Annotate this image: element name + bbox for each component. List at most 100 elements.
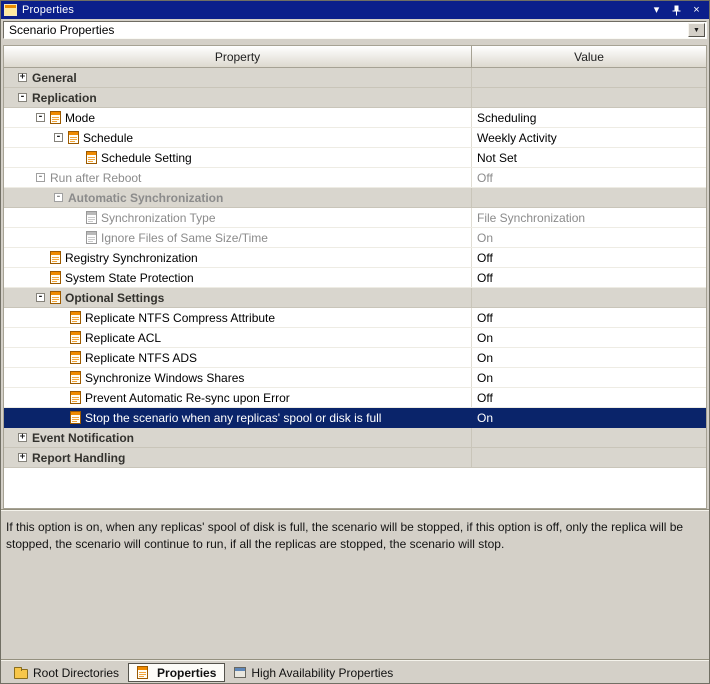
scenario-properties-dropdown[interactable]: Scenario Properties ▼ <box>3 21 707 39</box>
grid-empty-area <box>4 468 706 508</box>
property-label: Synchronization Type <box>101 211 216 225</box>
collapse-toggle-icon[interactable]: - <box>54 133 63 142</box>
grid-row[interactable]: Replicate NTFS ADS On <box>4 348 706 368</box>
property-cell: Synchronization Type <box>4 208 472 227</box>
dropdown-arrow-button[interactable]: ▼ <box>688 23 705 37</box>
property-label: Event Notification <box>32 431 134 445</box>
property-grid: Property Value + General - Replication - <box>3 45 707 509</box>
grid-row[interactable]: Ignore Files of Same Size/Time On <box>4 228 706 248</box>
property-page-icon <box>86 151 97 164</box>
property-page-icon <box>68 131 79 144</box>
property-page-icon <box>86 211 97 224</box>
collapse-toggle-icon[interactable]: - <box>36 173 45 182</box>
value-cell: On <box>472 408 706 427</box>
property-label: Schedule Setting <box>101 151 192 165</box>
tab-label: High Availability Properties <box>251 666 393 680</box>
value-cell: On <box>472 368 706 387</box>
value-cell <box>472 188 706 207</box>
value-cell <box>472 448 706 467</box>
grid-row[interactable]: Synchronize Windows Shares On <box>4 368 706 388</box>
grid-row-category[interactable]: + Report Handling <box>4 448 706 468</box>
property-cell: Replicate NTFS Compress Attribute <box>4 308 472 327</box>
property-label: Replicate NTFS ADS <box>85 351 197 365</box>
property-label: Optional Settings <box>65 291 164 305</box>
property-page-icon <box>70 411 81 424</box>
close-button[interactable]: × <box>689 4 704 17</box>
property-cell: + Event Notification <box>4 428 472 447</box>
grid-row-subcategory[interactable]: - Automatic Synchronization <box>4 188 706 208</box>
dropdown-selected-value: Scenario Properties <box>4 23 688 37</box>
properties-panel: Properties ▾ × Scenario Properties ▼ Pro… <box>0 0 710 684</box>
property-label: Run after Reboot <box>50 171 141 185</box>
value-cell <box>472 88 706 107</box>
property-label: Synchronize Windows Shares <box>85 371 244 385</box>
value-cell: File Synchronization <box>472 208 706 227</box>
property-label: Stop the scenario when any replicas' spo… <box>85 411 381 425</box>
tab-high-availability-properties[interactable]: High Availability Properties <box>225 663 402 682</box>
collapse-toggle-icon[interactable]: - <box>54 193 63 202</box>
value-cell: On <box>472 328 706 347</box>
property-page-icon <box>50 291 61 304</box>
window-title: Properties <box>22 4 644 16</box>
property-cell: + General <box>4 68 472 87</box>
grid-row[interactable]: Replicate NTFS Compress Attribute Off <box>4 308 706 328</box>
tab-properties[interactable]: Properties <box>128 663 225 682</box>
property-cell: - Run after Reboot <box>4 168 472 187</box>
grid-row[interactable]: - Mode Scheduling <box>4 108 706 128</box>
expand-toggle-icon[interactable]: + <box>18 73 27 82</box>
grid-row-category[interactable]: + Event Notification <box>4 428 706 448</box>
value-cell: Off <box>472 308 706 327</box>
property-page-icon <box>70 371 81 384</box>
chevron-down-icon: ▾ <box>654 4 660 17</box>
value-cell: Off <box>472 168 706 187</box>
grid-row-selected[interactable]: Stop the scenario when any replicas' spo… <box>4 408 706 428</box>
grid-row[interactable]: - Run after Reboot Off <box>4 168 706 188</box>
properties-window-icon <box>4 4 17 16</box>
value-cell: On <box>472 228 706 247</box>
grid-row[interactable]: Prevent Automatic Re-sync upon Error Off <box>4 388 706 408</box>
grid-row[interactable]: Synchronization Type File Synchronizatio… <box>4 208 706 228</box>
property-label: System State Protection <box>65 271 194 285</box>
value-cell <box>472 288 706 307</box>
auto-hide-pin-button[interactable] <box>669 4 684 17</box>
push-pin-icon <box>672 5 681 16</box>
collapse-toggle-icon[interactable]: - <box>36 113 45 122</box>
property-label: Replicate NTFS Compress Attribute <box>85 311 275 325</box>
property-page-icon <box>50 251 61 264</box>
folder-icon <box>14 669 28 679</box>
grid-row[interactable]: - Schedule Weekly Activity <box>4 128 706 148</box>
grid-row[interactable]: Registry Synchronization Off <box>4 248 706 268</box>
combo-bar: Scenario Properties ▼ <box>1 19 709 41</box>
value-cell: Not Set <box>472 148 706 167</box>
property-cell: Synchronize Windows Shares <box>4 368 472 387</box>
property-page-icon <box>50 111 61 124</box>
collapse-toggle-icon[interactable]: - <box>18 93 27 102</box>
grid-row-category[interactable]: + General <box>4 68 706 88</box>
property-cell: - Schedule <box>4 128 472 147</box>
property-page-icon <box>70 351 81 364</box>
grid-row[interactable]: Replicate ACL On <box>4 328 706 348</box>
tab-root-directories[interactable]: Root Directories <box>5 663 128 682</box>
property-description: If this option is on, when any replicas'… <box>1 509 709 659</box>
property-label: Schedule <box>83 131 133 145</box>
property-label: Replicate ACL <box>85 331 161 345</box>
property-label: Ignore Files of Same Size/Time <box>101 231 268 245</box>
chevron-down-icon: ▼ <box>693 27 700 34</box>
grid-row-subcategory[interactable]: - Optional Settings <box>4 288 706 308</box>
property-label: Mode <box>65 111 95 125</box>
collapse-toggle-icon[interactable]: - <box>36 293 45 302</box>
expand-toggle-icon[interactable]: + <box>18 453 27 462</box>
window-menu-button[interactable]: ▾ <box>649 4 664 17</box>
property-page-icon <box>70 391 81 404</box>
value-cell <box>472 68 706 87</box>
tab-label: Properties <box>157 666 216 680</box>
value-cell <box>472 428 706 447</box>
property-label: Automatic Synchronization <box>68 191 223 205</box>
grid-row-category[interactable]: - Replication <box>4 88 706 108</box>
value-cell: On <box>472 348 706 367</box>
property-cell: Stop the scenario when any replicas' spo… <box>4 408 472 427</box>
grid-row[interactable]: System State Protection Off <box>4 268 706 288</box>
grid-row[interactable]: Schedule Setting Not Set <box>4 148 706 168</box>
property-cell: - Automatic Synchronization <box>4 188 472 207</box>
expand-toggle-icon[interactable]: + <box>18 433 27 442</box>
